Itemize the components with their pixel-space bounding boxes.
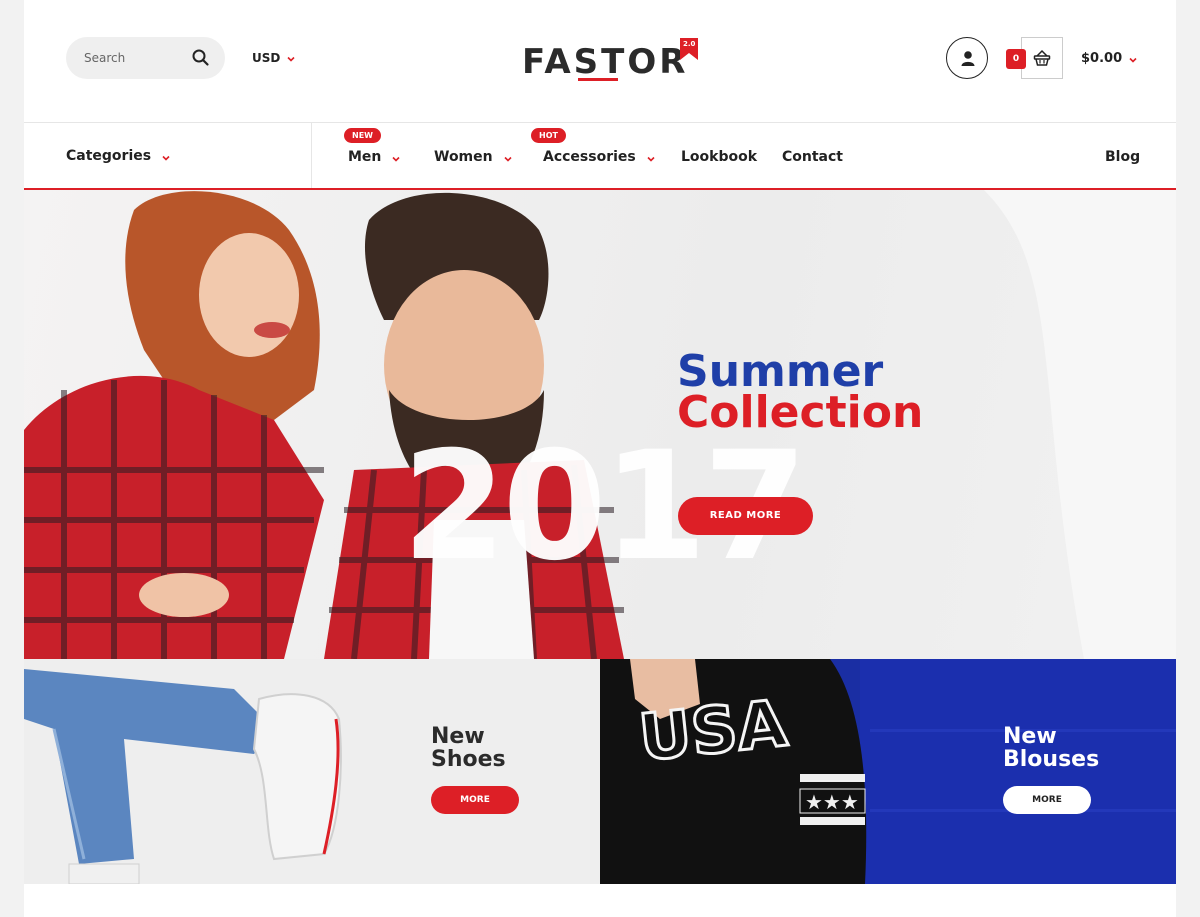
- svg-text:★★★: ★★★: [805, 790, 859, 814]
- banner-new-shoes[interactable]: New Shoes MORE: [24, 659, 600, 884]
- nav-item-label: Lookbook: [681, 149, 758, 165]
- currency-label: USD: [252, 51, 281, 65]
- shoes-more-button[interactable]: MORE: [431, 786, 519, 814]
- cart-total-label: $0.00: [1081, 51, 1123, 66]
- cart-button[interactable]: [1021, 37, 1063, 79]
- nav-item-label: Men: [348, 149, 382, 165]
- main-nav: Categories NEW Men Women HOT Accessories: [24, 122, 1176, 190]
- account-button[interactable]: [946, 37, 988, 79]
- header: USD FASTOR 2.0 0 $0.00: [24, 0, 1176, 122]
- categories-dropdown[interactable]: Categories: [24, 123, 312, 188]
- nav-item-label: Contact: [782, 149, 843, 165]
- banner-title-line2: Shoes: [431, 747, 506, 772]
- nav-item-label: Women: [434, 149, 493, 165]
- chevron-down-icon: [286, 53, 296, 63]
- chevron-down-icon: [391, 152, 401, 162]
- hot-badge: HOT: [531, 128, 566, 143]
- logo-underline: [578, 78, 618, 81]
- currency-selector[interactable]: USD: [252, 51, 296, 65]
- banner-title-line1: New: [431, 724, 485, 749]
- cart-total[interactable]: $0.00: [1081, 51, 1138, 66]
- chevron-down-icon: [161, 151, 171, 161]
- shoes-photo: [24, 669, 342, 884]
- blouses-more-button[interactable]: MORE: [1003, 786, 1091, 814]
- chevron-down-icon: [1128, 54, 1138, 64]
- banner-title-line1: New: [1003, 724, 1057, 749]
- chevron-down-icon: [503, 152, 513, 162]
- logo[interactable]: FASTOR 2.0: [522, 38, 702, 88]
- nav-item-label: Accessories: [543, 149, 636, 165]
- nav-item-accessories[interactable]: HOT Accessories: [531, 128, 656, 165]
- page: USD FASTOR 2.0 0 $0.00: [24, 0, 1176, 917]
- nav-item-blog[interactable]: Blog: [1105, 149, 1140, 165]
- logo-version: 2.0: [683, 40, 696, 48]
- nav-item-label: Blog: [1105, 149, 1141, 165]
- search-icon[interactable]: [191, 48, 211, 68]
- nav-item-contact[interactable]: Contact: [782, 149, 843, 165]
- nav-item-lookbook[interactable]: Lookbook: [681, 149, 757, 165]
- categories-label: Categories: [66, 147, 152, 164]
- logo-text: FASTOR: [522, 42, 689, 82]
- banner-new-blouses[interactable]: USA ★★★ New Blouses MORE: [600, 659, 1176, 884]
- banner-title-line2: Blouses: [1003, 747, 1100, 772]
- hero-banner: 2017 Summer Collection READ MORE: [24, 190, 1176, 659]
- svg-text:USA: USA: [636, 687, 791, 776]
- cart-count-badge: 0: [1006, 49, 1026, 69]
- user-icon: [960, 50, 976, 71]
- nav-item-men[interactable]: NEW Men: [344, 128, 401, 165]
- search-input[interactable]: [84, 48, 194, 68]
- new-badge: NEW: [344, 128, 381, 143]
- hero-title-line2: Collection: [677, 387, 924, 438]
- search-box: [66, 37, 225, 79]
- nav-item-women[interactable]: Women: [434, 149, 513, 165]
- chevron-down-icon: [646, 152, 656, 162]
- read-more-button[interactable]: READ MORE: [678, 497, 813, 535]
- basket-icon: [1033, 49, 1051, 71]
